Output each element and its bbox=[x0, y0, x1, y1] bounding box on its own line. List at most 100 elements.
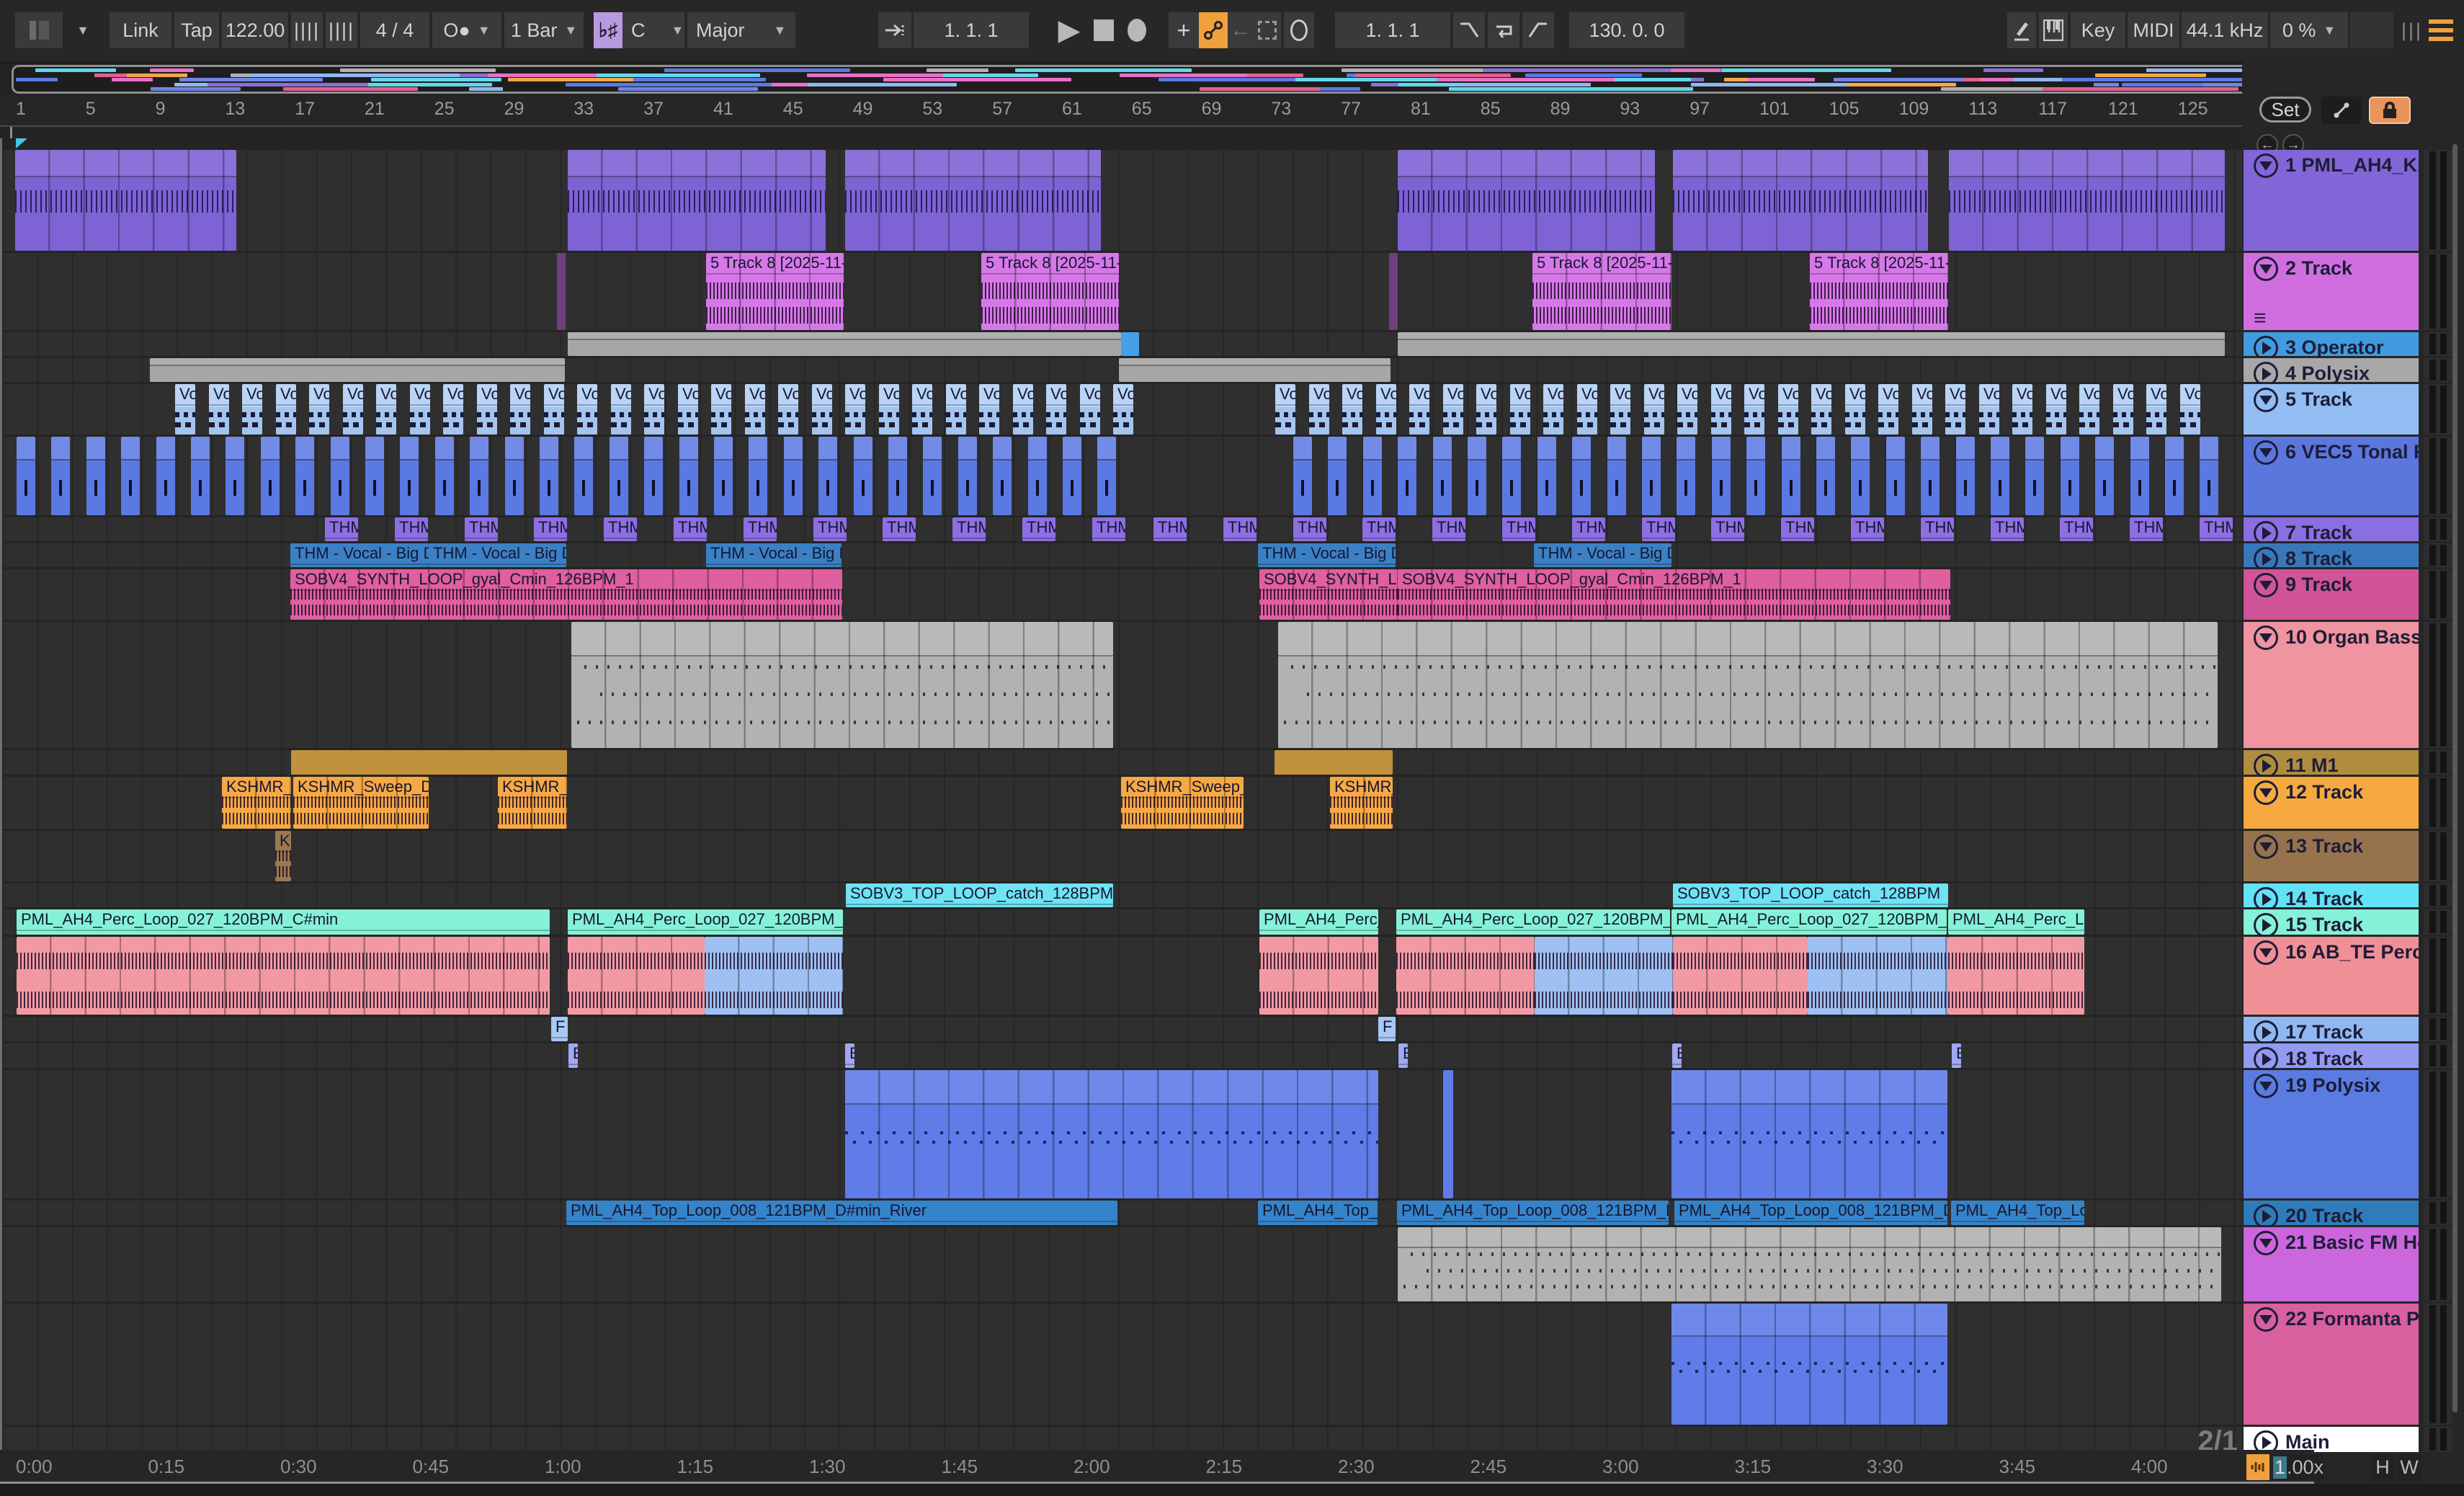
stop-button[interactable] bbox=[1088, 12, 1120, 48]
clip[interactable] bbox=[644, 437, 663, 515]
track-row[interactable] bbox=[2, 358, 2244, 382]
unfold-arrow-icon[interactable] bbox=[2254, 153, 2278, 178]
track-row[interactable] bbox=[2, 622, 2244, 748]
clip[interactable] bbox=[705, 937, 843, 1015]
clip[interactable]: Vo bbox=[1409, 384, 1429, 435]
clip[interactable]: THM - Vocal - Big Da bbox=[1534, 543, 1671, 567]
clip[interactable]: THM bbox=[2060, 517, 2093, 541]
clip[interactable]: THM bbox=[1572, 517, 1605, 541]
track-name[interactable]: 14 Track bbox=[2285, 888, 2363, 910]
fold-arrow-icon[interactable] bbox=[2254, 913, 2278, 938]
cpu-load-meter[interactable]: 0 % ▼ bbox=[2270, 12, 2348, 48]
clip[interactable] bbox=[888, 437, 907, 515]
loop-button[interactable] bbox=[1488, 12, 1519, 48]
track-name[interactable]: 18 Track bbox=[2285, 1048, 2363, 1070]
track-name[interactable]: 12 Track bbox=[2285, 781, 2363, 803]
clip[interactable]: Vo bbox=[410, 384, 430, 435]
clip[interactable] bbox=[610, 437, 628, 515]
clip[interactable]: THM bbox=[1153, 517, 1187, 541]
track-name[interactable]: 13 Track bbox=[2285, 835, 2363, 858]
clip[interactable]: Vo bbox=[1677, 384, 1697, 435]
clip[interactable] bbox=[568, 937, 705, 1015]
clip[interactable] bbox=[1097, 437, 1116, 515]
track-row[interactable] bbox=[2, 1304, 2244, 1425]
capture-midi-icon[interactable] bbox=[1284, 12, 1314, 48]
clip[interactable]: THM - Vocal - Big Da bbox=[290, 543, 429, 567]
clip[interactable] bbox=[568, 150, 826, 251]
clip[interactable] bbox=[1398, 437, 1416, 515]
metronome-button[interactable]: O● ▼ bbox=[432, 12, 501, 48]
clip[interactable] bbox=[845, 150, 1101, 251]
clip[interactable] bbox=[1671, 1304, 1947, 1425]
clip[interactable] bbox=[540, 437, 558, 515]
clip[interactable]: THM bbox=[2130, 517, 2163, 541]
clip[interactable]: THM bbox=[883, 517, 916, 541]
clip[interactable]: THM - Vocal - Big Da bbox=[1258, 543, 1396, 567]
track-header[interactable]: 2 Track ≡ bbox=[2244, 253, 2419, 330]
track-header[interactable]: 18 Track bbox=[2244, 1043, 2419, 1072]
track-row[interactable]: SOBV3_TOP_LOOP_catch_128BPM SOBV3_TOP_LOO… bbox=[2, 883, 2244, 907]
fold-arrow-icon[interactable] bbox=[2254, 362, 2278, 386]
track-name[interactable]: 6 VEC5 Tonal FX 43 C bbox=[2285, 441, 2419, 463]
clip[interactable] bbox=[557, 253, 566, 330]
clip[interactable] bbox=[17, 937, 550, 1015]
track-row[interactable] bbox=[2, 437, 2244, 515]
clip[interactable]: K bbox=[275, 831, 291, 881]
clip[interactable] bbox=[568, 332, 1121, 356]
punch-in-icon[interactable] bbox=[1453, 12, 1485, 48]
key-map-button[interactable]: Key bbox=[2071, 12, 2125, 48]
clip[interactable] bbox=[1502, 437, 1521, 515]
clip[interactable]: PML_AH4_Perc_Loop_027_120BPM_C#min bbox=[568, 909, 843, 935]
clip[interactable]: Vo bbox=[1309, 384, 1329, 435]
clip[interactable]: THM bbox=[534, 517, 567, 541]
clip[interactable]: PML_AH4_Perc_Loop_027_120BPM_C# bbox=[1671, 909, 1947, 935]
clip[interactable] bbox=[226, 437, 244, 515]
track-header[interactable]: 17 Track bbox=[2244, 1017, 2419, 1045]
track-name[interactable]: 8 Track bbox=[2285, 548, 2352, 570]
playback-speed-field[interactable]: 1.00x bbox=[2272, 1454, 2324, 1480]
clip[interactable]: Vo bbox=[2079, 384, 2099, 435]
track-header[interactable]: 10 Organ Bass bbox=[2244, 622, 2419, 748]
clip[interactable] bbox=[1851, 437, 1870, 515]
fold-arrow-icon[interactable] bbox=[2254, 754, 2278, 778]
clip[interactable] bbox=[1293, 437, 1312, 515]
clip[interactable]: Vo bbox=[1376, 384, 1396, 435]
unfold-arrow-icon[interactable] bbox=[2254, 1231, 2278, 1255]
clip[interactable]: Vo bbox=[577, 384, 597, 435]
midi-map-button[interactable]: MIDI bbox=[2128, 12, 2179, 48]
clip[interactable]: Vo bbox=[1711, 384, 1731, 435]
track-header[interactable]: 4 Polysix bbox=[2244, 358, 2419, 386]
bar-ruler[interactable]: 1 5 9 13 17 21 25 29 33 37 41 45 49 53 57 61 65 69 73 77 81 8… bbox=[0, 95, 2314, 127]
clip[interactable]: Vo bbox=[2046, 384, 2066, 435]
track-name[interactable]: 20 Track bbox=[2285, 1205, 2363, 1227]
clip[interactable]: Vo bbox=[711, 384, 731, 435]
clip[interactable] bbox=[86, 437, 105, 515]
clip[interactable]: Vo bbox=[1275, 384, 1295, 435]
track-name[interactable]: 17 Track bbox=[2285, 1021, 2363, 1043]
clip[interactable]: E bbox=[568, 1043, 578, 1068]
clip[interactable] bbox=[958, 437, 977, 515]
clip[interactable]: THM bbox=[2200, 517, 2233, 541]
unfold-arrow-icon[interactable] bbox=[2254, 1074, 2278, 1098]
clip[interactable] bbox=[1389, 253, 1398, 330]
clip[interactable] bbox=[1119, 358, 1391, 382]
clip[interactable]: THM bbox=[744, 517, 777, 541]
clip[interactable]: 5 Track 8 [2025-11- bbox=[706, 253, 844, 330]
clip[interactable] bbox=[1712, 437, 1731, 515]
track-row[interactable] bbox=[2, 750, 2244, 775]
track-row[interactable] bbox=[2, 1427, 2244, 1452]
track-header[interactable]: 9 Track bbox=[2244, 569, 2419, 620]
clip[interactable]: Vo bbox=[1443, 384, 1463, 435]
clip[interactable] bbox=[261, 437, 280, 515]
clip[interactable] bbox=[15, 150, 236, 251]
vertical-scrollbar[interactable] bbox=[2452, 144, 2458, 1412]
fold-arrow-icon[interactable] bbox=[2254, 1047, 2278, 1072]
clip[interactable] bbox=[156, 437, 175, 515]
fold-arrow-icon[interactable] bbox=[2254, 1204, 2278, 1229]
clip[interactable] bbox=[1746, 437, 1765, 515]
clip[interactable]: Vo bbox=[443, 384, 463, 435]
track-header[interactable]: 12 Track bbox=[2244, 777, 2419, 829]
track-header[interactable]: 1 PML_AH4_Kick_02 bbox=[2244, 150, 2419, 251]
arrangement-overview[interactable] bbox=[12, 65, 2311, 94]
clip[interactable]: F bbox=[1378, 1017, 1396, 1041]
